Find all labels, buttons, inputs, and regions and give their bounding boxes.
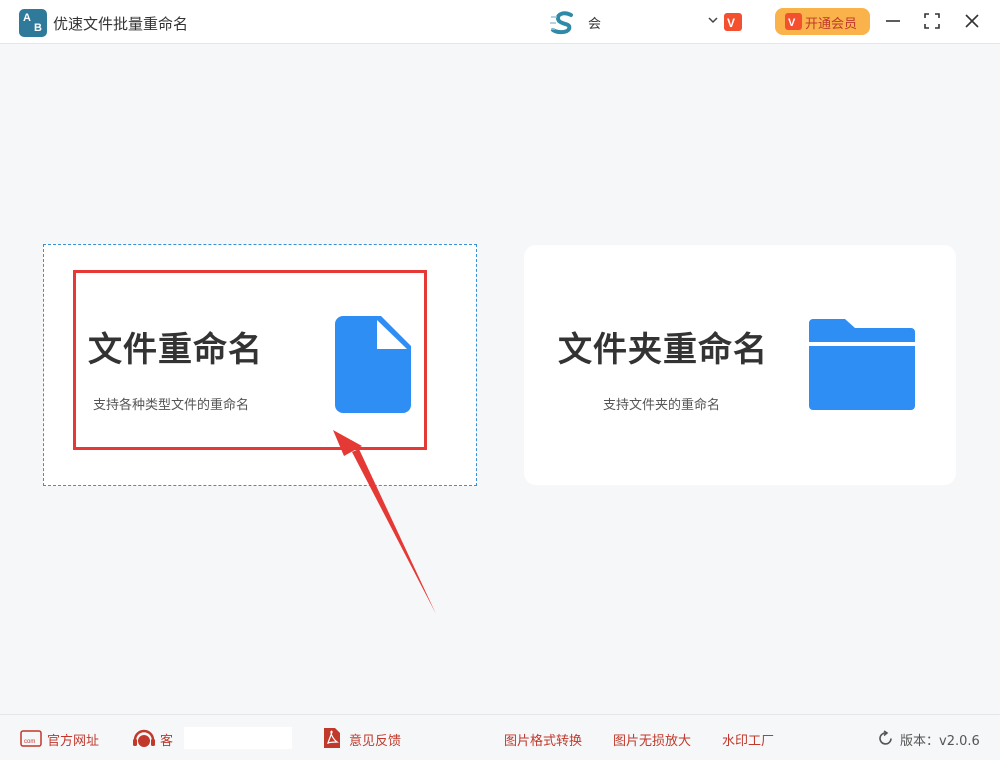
watermark-factory-link[interactable]: 水印工厂 xyxy=(722,730,774,749)
logo-letter-b: B xyxy=(34,22,42,34)
close-icon[interactable] xyxy=(961,10,983,32)
official-website-link[interactable]: 官方网址 xyxy=(47,730,99,749)
vip-badge-icon: V xyxy=(724,13,742,31)
pdf-icon xyxy=(324,728,340,748)
svg-text:V: V xyxy=(788,17,796,29)
web-icon: com xyxy=(20,730,42,747)
version-label: 版本：v2.0.6 xyxy=(900,734,980,749)
file-rename-desc: 支持各种类型文件的重命名 xyxy=(93,398,250,413)
vip-icon: V xyxy=(785,13,802,30)
file-icon xyxy=(335,316,411,413)
folder-rename-desc: 支持文件夹的重命名 xyxy=(603,398,721,413)
app-logo-icon: A B xyxy=(19,9,47,37)
folder-rename-title: 文件夹重命名 xyxy=(558,330,768,370)
folder-icon xyxy=(809,319,915,410)
redacted-area xyxy=(184,727,292,749)
image-lossless-enlarge-link[interactable]: 图片无损放大 xyxy=(613,730,691,749)
footer-bar: com 官方网址 客 意见反馈 图片格式转换 图片无损放大 水印工厂 版本：v2… xyxy=(0,714,1000,760)
file-rename-title: 文件重命名 xyxy=(88,330,263,370)
title-bar: A B 优速文件批量重命名 会 V V 开通会员 xyxy=(0,0,1000,44)
user-avatar-icon[interactable] xyxy=(549,11,577,35)
feedback-link[interactable]: 意见反馈 xyxy=(349,730,401,749)
vip-button-label: 开通会员 xyxy=(805,17,858,32)
image-format-convert-link[interactable]: 图片格式转换 xyxy=(504,730,582,749)
customer-service-link[interactable]: 客 xyxy=(160,730,173,749)
logo-letter-a: A xyxy=(23,12,31,24)
app-title: 优速文件批量重命名 xyxy=(53,15,189,33)
minimize-icon[interactable] xyxy=(882,10,904,32)
svg-text:com: com xyxy=(24,739,35,745)
user-name[interactable]: 会 xyxy=(588,13,601,32)
headset-icon xyxy=(133,729,155,747)
maximize-icon[interactable] xyxy=(921,10,943,32)
svg-text:V: V xyxy=(727,16,735,30)
refresh-icon[interactable] xyxy=(877,730,894,747)
open-vip-button[interactable]: V 开通会员 xyxy=(775,8,870,35)
chevron-down-icon[interactable] xyxy=(706,12,720,28)
